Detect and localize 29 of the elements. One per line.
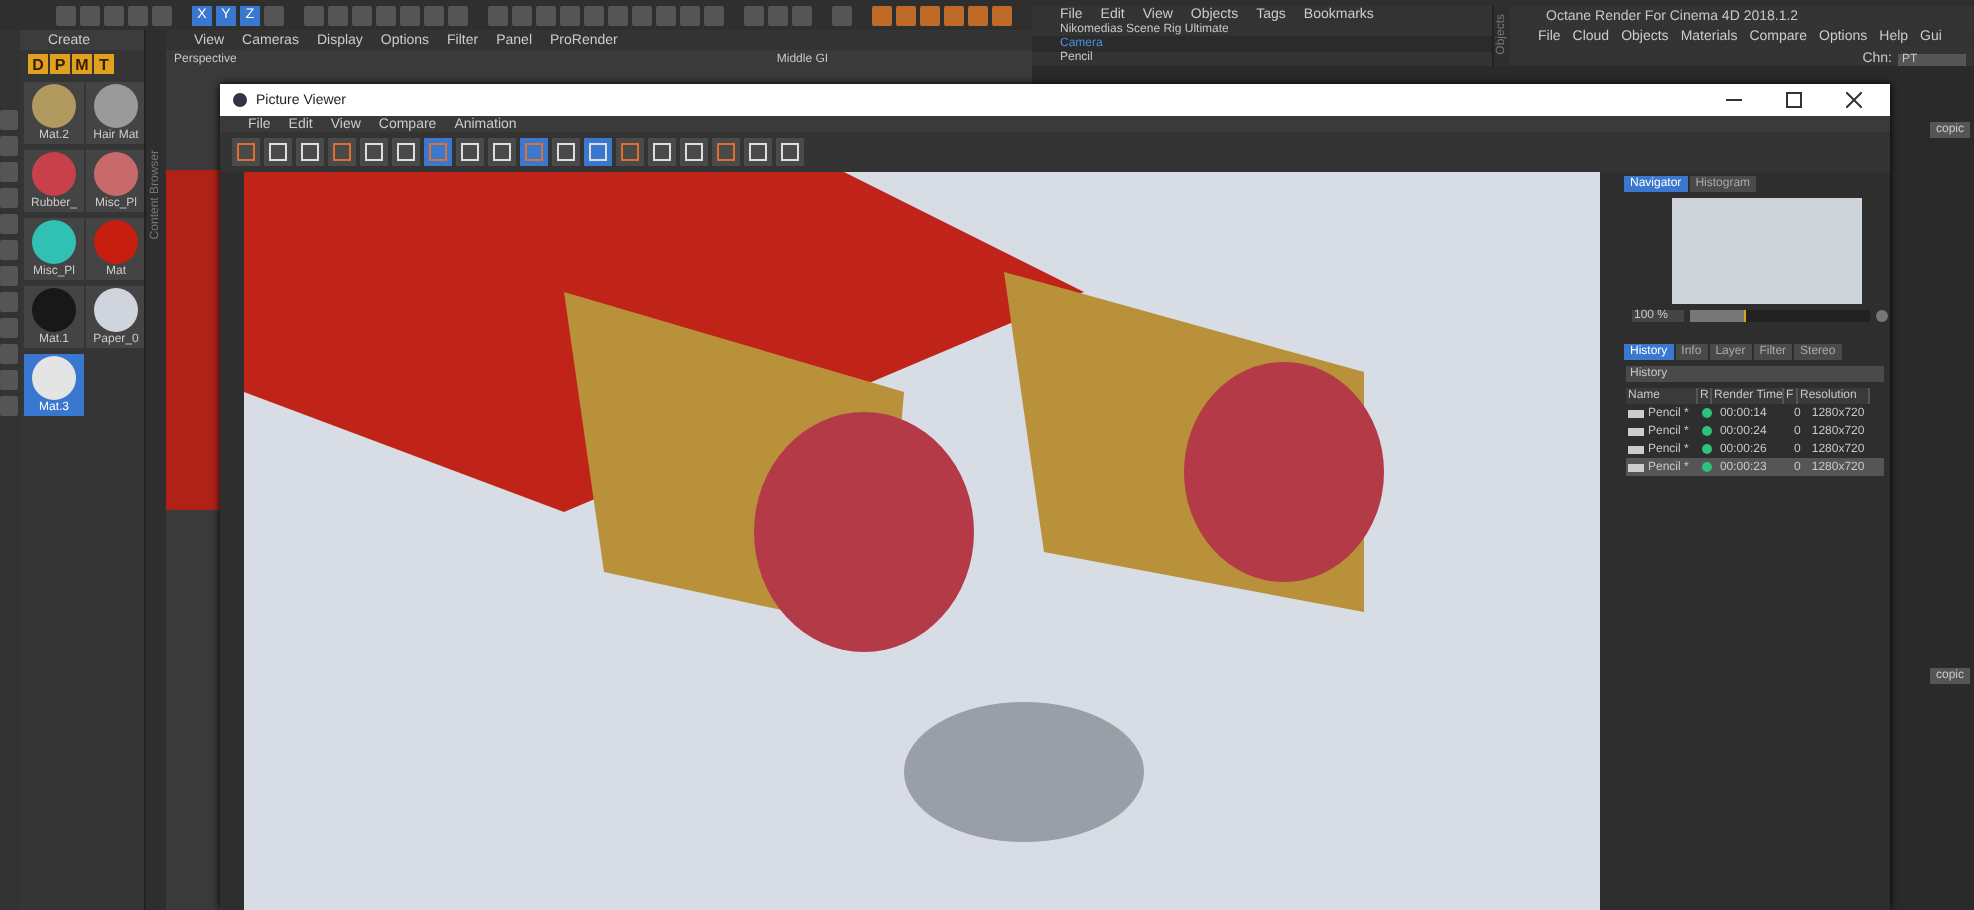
toolbar-button[interactable] xyxy=(744,138,772,166)
toolbar-button[interactable] xyxy=(680,138,708,166)
maximize-icon[interactable] xyxy=(1786,92,1802,108)
category-button[interactable]: P xyxy=(50,54,70,74)
toolbar-button[interactable] xyxy=(616,138,644,166)
status-dot xyxy=(1702,444,1713,454)
app-icon xyxy=(232,92,248,108)
toolbar-button[interactable] xyxy=(328,138,356,166)
toolbar-button[interactable] xyxy=(456,138,484,166)
toolbar-button[interactable] xyxy=(584,138,612,166)
category-button[interactable]: M xyxy=(72,54,92,74)
category-button[interactable]: T xyxy=(94,54,114,74)
status-dot xyxy=(1702,426,1713,436)
toolbar-button[interactable] xyxy=(712,138,740,166)
close-icon[interactable] xyxy=(1846,92,1862,108)
toolbar-button[interactable] xyxy=(488,138,516,166)
toolbar-button[interactable] xyxy=(264,138,292,166)
zoom-slider[interactable] xyxy=(1690,310,1870,322)
toolbar-button[interactable] xyxy=(360,138,388,166)
toolbar-button[interactable] xyxy=(232,138,260,166)
status-dot xyxy=(1702,408,1713,418)
toolbar-button[interactable] xyxy=(776,138,804,166)
category-button[interactable]: D xyxy=(28,54,48,74)
toolbar-button[interactable] xyxy=(296,138,324,166)
toolbar-button[interactable] xyxy=(648,138,676,166)
status-dot xyxy=(1702,462,1713,472)
zoom-button[interactable] xyxy=(1876,310,1888,322)
toolbar-button[interactable] xyxy=(392,138,420,166)
toolbar-button[interactable] xyxy=(552,138,580,166)
